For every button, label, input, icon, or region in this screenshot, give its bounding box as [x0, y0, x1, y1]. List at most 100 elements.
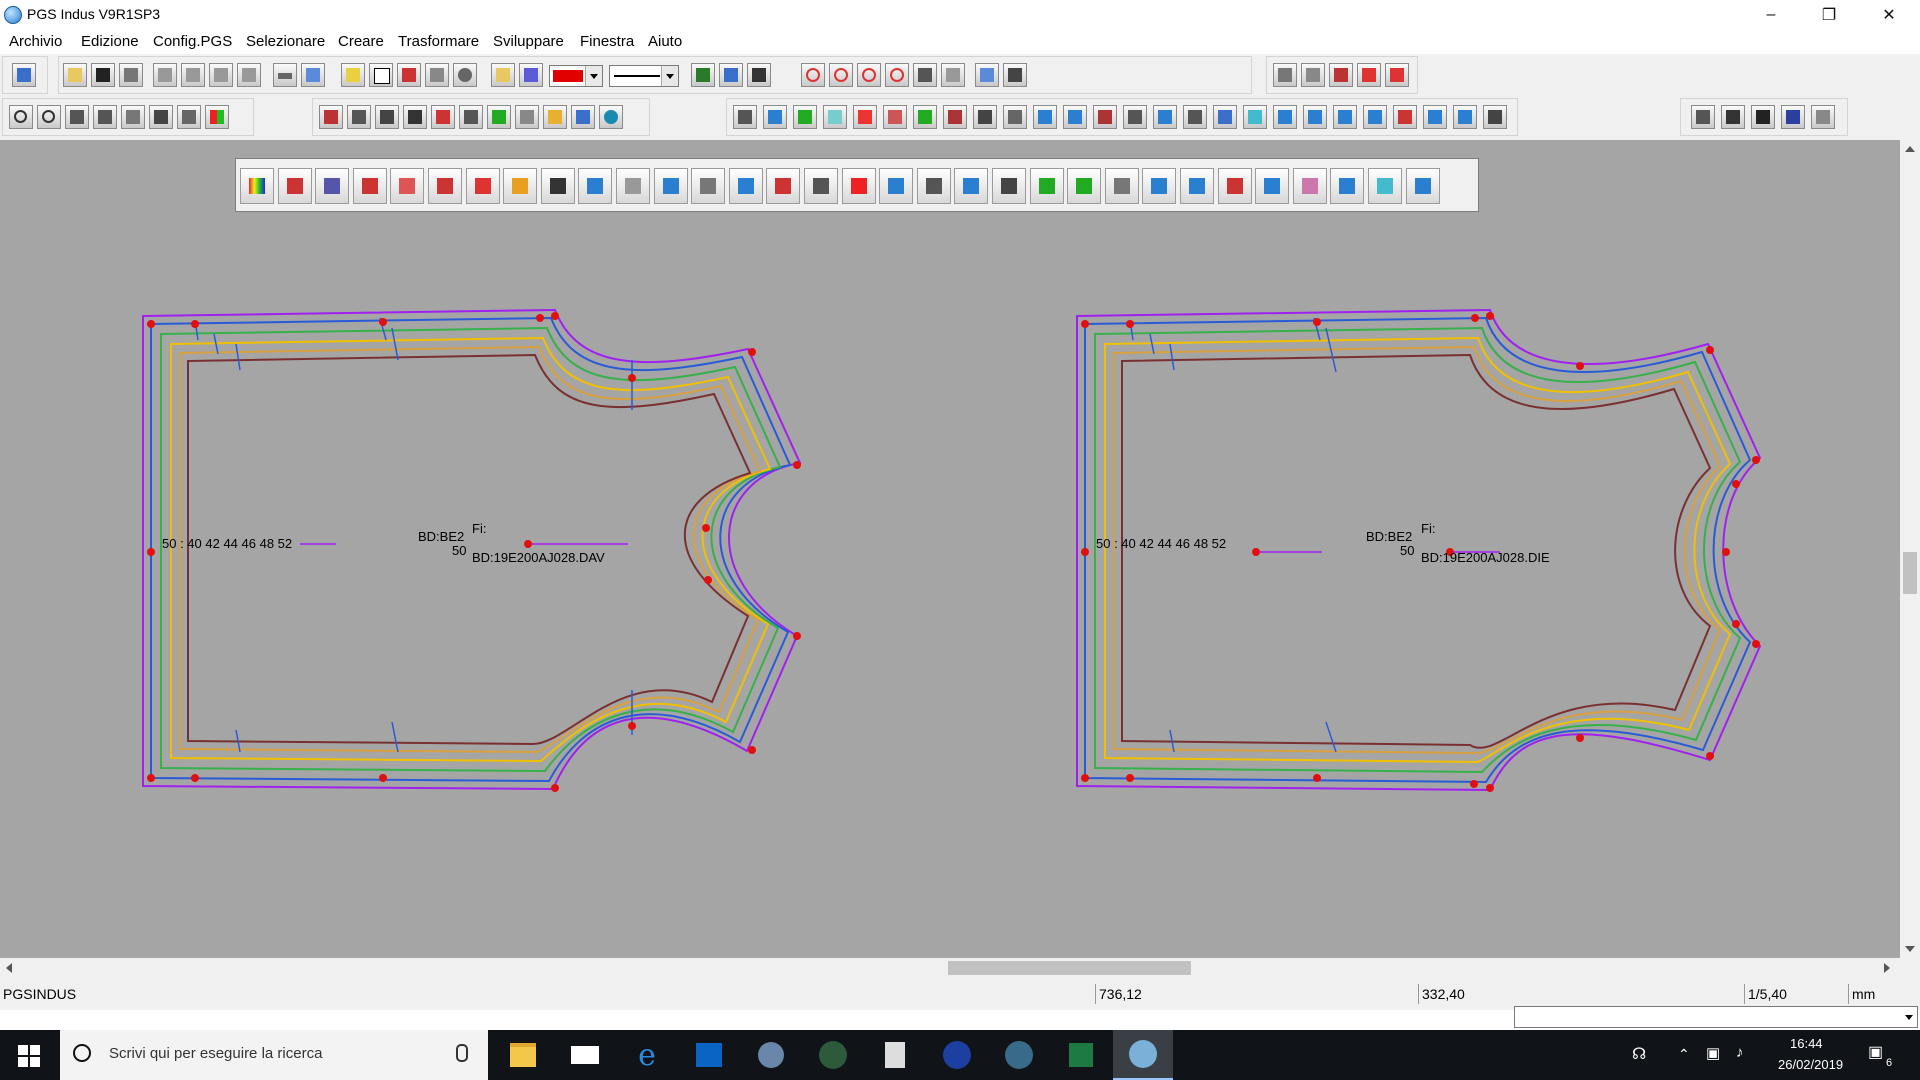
close-button[interactable]: ✕ [1860, 0, 1918, 30]
table-icon[interactable] [1301, 63, 1325, 87]
step-icon[interactable] [459, 105, 483, 129]
piece-tool-8-icon[interactable] [943, 105, 967, 129]
outlook-icon[interactable] [679, 1030, 739, 1080]
drawing-canvas[interactable]: 50 : 40 42 44 46 48 52 BD:BE2 50 Fi: BD:… [0, 140, 1900, 958]
piece-tool-25-icon[interactable] [1453, 105, 1477, 129]
piece-tool-5-icon[interactable] [853, 105, 877, 129]
command-combo[interactable] [1514, 1006, 1918, 1028]
plot-app-icon[interactable] [803, 1030, 863, 1080]
palette-tool-5-icon[interactable] [390, 168, 425, 204]
rotate-piece-icon[interactable] [347, 105, 371, 129]
edit-icon[interactable] [491, 63, 515, 87]
piece-tool-19-icon[interactable] [1273, 105, 1297, 129]
scroll-down-arrow-icon[interactable] [1905, 946, 1915, 952]
what-is-this-icon[interactable] [747, 63, 771, 87]
piece-tool-20-icon[interactable] [1303, 105, 1327, 129]
layout-icon[interactable] [301, 63, 325, 87]
eraser-icon[interactable] [515, 105, 539, 129]
curve-4-icon[interactable] [885, 63, 909, 87]
piece-tool-10-icon[interactable] [1003, 105, 1027, 129]
cut-icon[interactable] [403, 105, 427, 129]
gray-tool-1-icon[interactable] [153, 63, 177, 87]
taskbar-search-box[interactable]: Scrivi qui per eseguire la ricerca [60, 1030, 488, 1080]
network-app-icon[interactable] [741, 1030, 801, 1080]
app-icon[interactable] [4, 6, 22, 24]
microphone-icon[interactable] [456, 1044, 468, 1062]
piece-tool-7-icon[interactable] [913, 105, 937, 129]
zoom-fraction-icon[interactable] [121, 105, 145, 129]
menu-selezionare[interactable]: Selezionare [246, 33, 325, 50]
rectangle-icon[interactable] [369, 63, 393, 87]
folder-icon[interactable] [571, 105, 595, 129]
zoom-page-icon[interactable] [177, 105, 201, 129]
help-icon[interactable] [691, 63, 715, 87]
vertical-scroll-thumb[interactable] [1903, 552, 1917, 594]
piece-tool-18-icon[interactable] [1243, 105, 1267, 129]
palette-tool-10-icon[interactable] [578, 168, 613, 204]
pgs-app-icon[interactable] [1113, 1030, 1173, 1080]
piece-tool-14-icon[interactable] [1123, 105, 1147, 129]
piece-tool-4-icon[interactable] [823, 105, 847, 129]
piece-tool-24-icon[interactable] [1423, 105, 1447, 129]
print-icon[interactable] [119, 63, 143, 87]
palette-tool-15-icon[interactable] [766, 168, 801, 204]
measure-icon[interactable] [319, 105, 343, 129]
clock-time[interactable]: 16:44 [1790, 1036, 1823, 1051]
export-tool-5-icon[interactable] [1811, 105, 1835, 129]
vertical-scrollbar[interactable] [1900, 140, 1920, 958]
palette-tool-11-icon[interactable] [616, 168, 650, 204]
minimize-button[interactable]: – [1742, 0, 1800, 30]
piece-tool-23-icon[interactable] [1393, 105, 1417, 129]
volume-icon[interactable]: ♪ [1736, 1044, 1744, 1061]
horizontal-scrollbar[interactable] [0, 958, 1900, 978]
menu-creare[interactable]: Creare [338, 33, 384, 50]
palette-tool-16-icon[interactable] [804, 168, 838, 204]
axis-icon[interactable] [975, 63, 999, 87]
piece-tool-13-icon[interactable] [1093, 105, 1117, 129]
menu-archivio[interactable]: Archivio [9, 33, 62, 50]
zoom-out-icon[interactable] [37, 105, 61, 129]
palette-tool-8-icon[interactable] [503, 168, 538, 204]
export-tool-2-icon[interactable] [1721, 105, 1745, 129]
network-icon[interactable]: ▣ [1706, 1044, 1720, 1062]
pointer-icon[interactable] [341, 63, 365, 87]
palette-tool-31-icon[interactable] [1368, 168, 1402, 204]
palette-tool-9-icon[interactable] [540, 168, 575, 204]
delete-node-icon[interactable] [941, 63, 965, 87]
export-tool-3-icon[interactable] [1751, 105, 1775, 129]
piece-tool-15-icon[interactable] [1153, 105, 1177, 129]
people-icon[interactable]: ☊ [1632, 1044, 1646, 1064]
scroll-left-arrow-icon[interactable] [6, 963, 12, 973]
symmetry-icon[interactable] [375, 105, 399, 129]
mail-icon[interactable] [555, 1030, 615, 1080]
undo-icon[interactable] [65, 105, 89, 129]
excel-icon[interactable] [1051, 1030, 1111, 1080]
info-icon[interactable] [599, 105, 623, 129]
edge-browser-icon[interactable]: e [617, 1030, 677, 1080]
piece-tool-6-icon[interactable] [883, 105, 907, 129]
piece-tool-12-icon[interactable] [1063, 105, 1087, 129]
piece-tool-21-icon[interactable] [1333, 105, 1357, 129]
palette-tool-27-icon[interactable] [1217, 168, 1252, 204]
line-style-dropdown[interactable] [609, 65, 679, 87]
palette-tool-28-icon[interactable] [1255, 168, 1290, 204]
help-context-icon[interactable] [719, 63, 743, 87]
palette-tool-13-icon[interactable] [691, 168, 726, 204]
open-icon[interactable] [63, 63, 87, 87]
piece-tool-22-icon[interactable] [1363, 105, 1387, 129]
node-icon[interactable] [913, 63, 937, 87]
cancel-marker-icon[interactable] [1357, 63, 1381, 87]
pencil-icon[interactable] [543, 105, 567, 129]
scroll-right-arrow-icon[interactable] [1884, 963, 1890, 973]
restore-button[interactable]: ❐ [1800, 0, 1858, 30]
duplicate-icon[interactable] [425, 63, 449, 87]
palette-tool-20-icon[interactable] [954, 168, 989, 204]
palette-tool-14-icon[interactable] [728, 168, 763, 204]
calculator-icon[interactable] [865, 1030, 925, 1080]
marker-icon[interactable] [1329, 63, 1353, 87]
palette-tool-19-icon[interactable] [916, 168, 951, 204]
piece-tool-3-icon[interactable] [793, 105, 817, 129]
zoom-in-icon[interactable] [9, 105, 33, 129]
palette-tool-26-icon[interactable] [1180, 168, 1214, 204]
clock-date[interactable]: 26/02/2019 [1778, 1057, 1843, 1072]
